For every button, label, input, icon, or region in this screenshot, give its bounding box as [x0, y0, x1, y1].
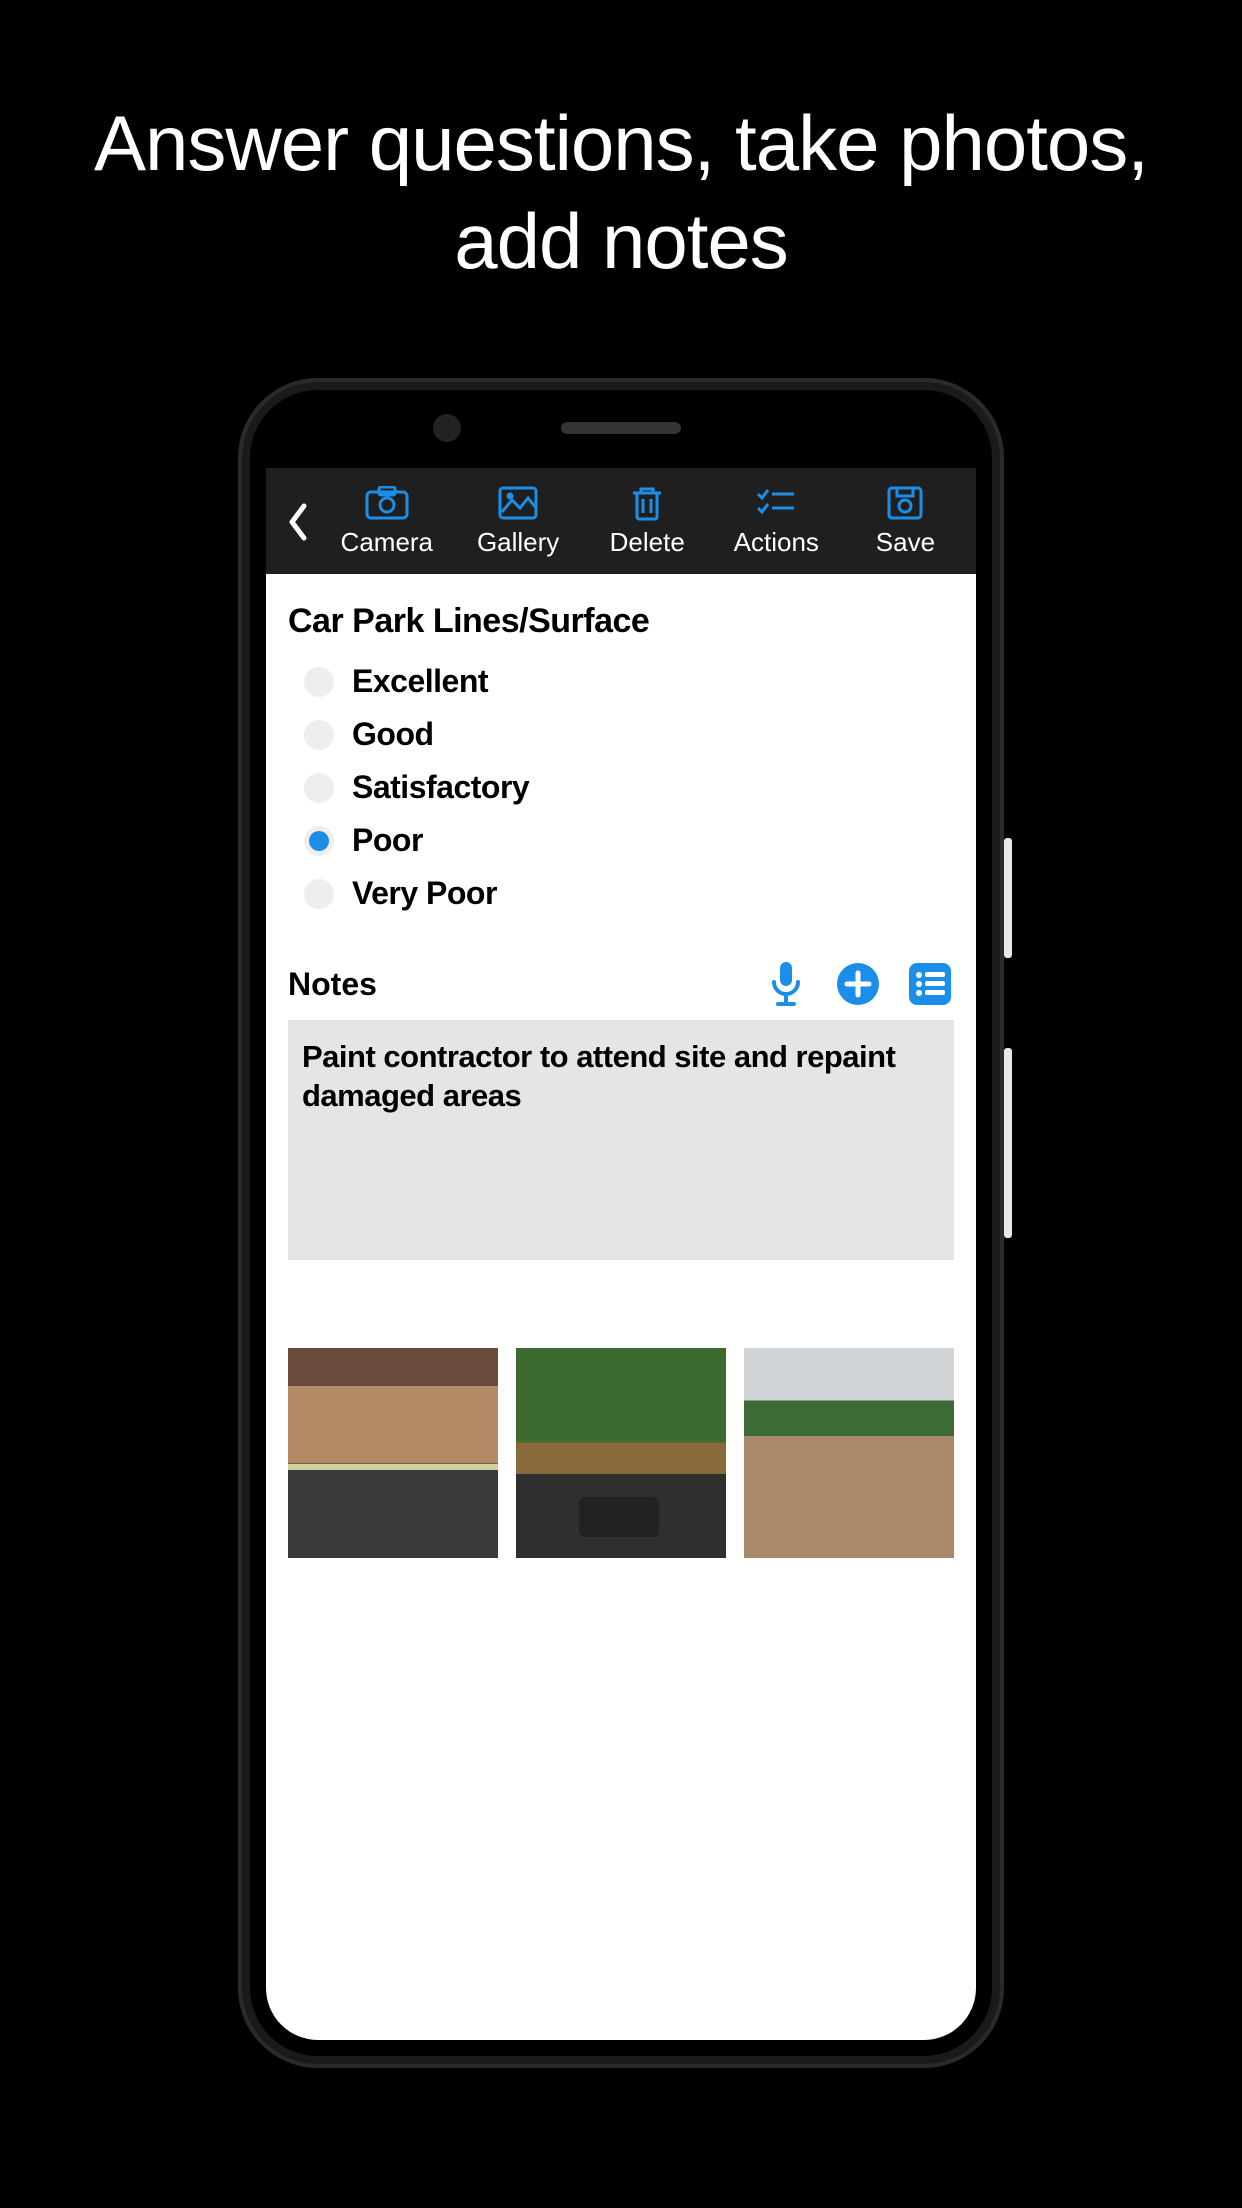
microphone-icon [768, 960, 804, 1008]
plus-circle-icon [835, 961, 881, 1007]
notes-heading: Notes [288, 966, 377, 1003]
answer-option[interactable]: Good [304, 708, 954, 761]
promo-headline: Answer questions, take photos, add notes [0, 0, 1242, 330]
phone-speaker [561, 422, 681, 434]
photo-thumbnail[interactable] [288, 1348, 498, 1558]
notes-textarea[interactable]: Paint contractor to attend site and repa… [288, 1020, 954, 1260]
answer-option-label: Excellent [352, 663, 488, 700]
toolbar-delete-button[interactable]: Delete [603, 485, 691, 558]
photo-thumbnail[interactable] [744, 1348, 954, 1558]
checklist-icon [754, 485, 798, 521]
phone-side-button [1004, 1048, 1012, 1238]
answer-option-label: Very Poor [352, 875, 497, 912]
save-icon [883, 485, 927, 521]
answer-option[interactable]: Satisfactory [304, 761, 954, 814]
chevron-left-icon [285, 502, 311, 542]
toolbar-label: Gallery [477, 527, 559, 558]
voice-note-button[interactable] [762, 960, 810, 1008]
radio-icon [304, 720, 334, 750]
photo-thumbnail-row [288, 1348, 954, 1558]
camera-icon [365, 485, 409, 521]
answer-option[interactable]: Excellent [304, 655, 954, 708]
answer-option-list: Excellent Good Satisfactory Poor Very Poor [288, 655, 954, 920]
preset-list-icon [907, 961, 953, 1007]
toolbar-label: Camera [341, 527, 433, 558]
answer-option[interactable]: Poor [304, 814, 954, 867]
answer-option-label: Good [352, 716, 434, 753]
answer-option[interactable]: Very Poor [304, 867, 954, 920]
add-note-button[interactable] [834, 960, 882, 1008]
radio-icon [304, 773, 334, 803]
radio-icon [304, 826, 334, 856]
device-frame: Camera Gallery [238, 378, 1004, 2068]
toolbar-save-button[interactable]: Save [861, 485, 949, 558]
toolbar-label: Actions [734, 527, 819, 558]
answer-option-label: Satisfactory [352, 769, 529, 806]
preset-notes-button[interactable] [906, 960, 954, 1008]
toolbar-label: Delete [610, 527, 685, 558]
trash-icon [625, 485, 669, 521]
toolbar-camera-button[interactable]: Camera [341, 485, 433, 558]
phone-side-button [1004, 838, 1012, 958]
gallery-icon [496, 485, 540, 521]
radio-icon [304, 667, 334, 697]
photo-thumbnail[interactable] [516, 1348, 726, 1558]
back-button[interactable] [274, 502, 322, 558]
question-title: Car Park Lines/Surface [288, 602, 954, 641]
toolbar-actions-button[interactable]: Actions [732, 485, 820, 558]
answer-option-label: Poor [352, 822, 423, 859]
app-screen: Camera Gallery [266, 468, 976, 2040]
phone-front-camera [433, 414, 461, 442]
radio-icon [304, 879, 334, 909]
app-toolbar: Camera Gallery [266, 468, 976, 574]
toolbar-gallery-button[interactable]: Gallery [474, 485, 562, 558]
toolbar-label: Save [876, 527, 935, 558]
